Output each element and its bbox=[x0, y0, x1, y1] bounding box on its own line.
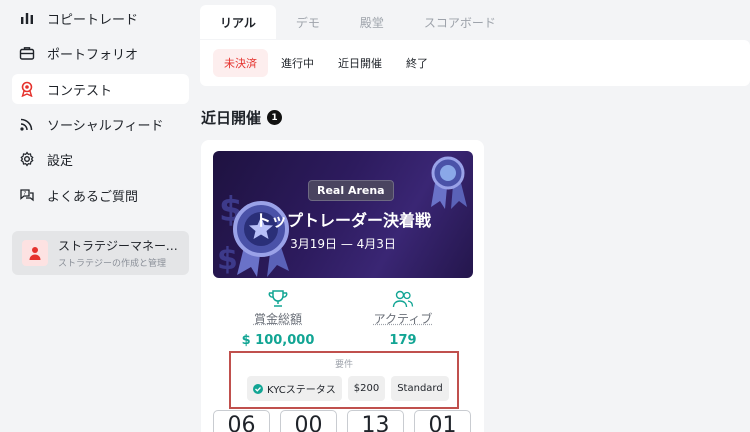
gear-icon bbox=[19, 151, 35, 167]
sidebar-item-label: よくあるご質問 bbox=[47, 186, 138, 205]
section-heading: 近日開催 1 bbox=[201, 107, 282, 128]
contest-card[interactable]: $ $ Real Arena トップトレーダー決着戦 3月19日 — 4月3日 bbox=[201, 140, 484, 432]
check-icon bbox=[253, 384, 263, 394]
tab-real[interactable]: リアル bbox=[200, 5, 276, 39]
prize-label: 賞金総額 bbox=[228, 310, 328, 327]
sidebar-item-label: コンテスト bbox=[47, 80, 112, 99]
filter-ended[interactable]: 終了 bbox=[395, 49, 439, 77]
strategy-manager-icon bbox=[22, 240, 48, 266]
sidebar-item-copy-trade[interactable]: コピートレード bbox=[12, 3, 189, 33]
strategy-manager-subtitle: ストラテジーの作成と管理 bbox=[58, 256, 188, 269]
sidebar-item-label: ソーシャルフィード bbox=[47, 115, 163, 134]
bar-chart-icon bbox=[19, 10, 35, 26]
filter-in-progress[interactable]: 進行中 bbox=[270, 49, 325, 77]
participants-stat: アクティブ 179 bbox=[353, 290, 453, 348]
sidebar-item-social-feed[interactable]: ソーシャルフィード bbox=[12, 109, 189, 139]
countdown-timer: 06 00 13 01 bbox=[213, 410, 481, 432]
sidebar-item-portfolio[interactable]: ポートフォリオ bbox=[12, 38, 189, 68]
tab-demo[interactable]: デモ bbox=[276, 5, 340, 39]
prize-stat: 賞金総額 $ 100,000 bbox=[228, 290, 328, 348]
briefcase-icon bbox=[19, 45, 35, 61]
tab-hall-of-fame[interactable]: 殿堂 bbox=[340, 5, 404, 39]
active-value: 179 bbox=[353, 333, 453, 348]
sidebar-item-contest[interactable]: コンテスト bbox=[12, 74, 189, 104]
rss-icon bbox=[19, 116, 35, 132]
count-badge: 1 bbox=[267, 110, 282, 125]
sidebar-item-label: コピートレード bbox=[47, 9, 138, 28]
users-icon bbox=[353, 290, 453, 308]
contest-tabs: リアル デモ 殿堂 スコアボード bbox=[200, 4, 516, 40]
requirements-title: 要件 bbox=[231, 357, 457, 370]
countdown-seconds: 01 bbox=[414, 410, 471, 432]
ribbon-medal-icon bbox=[431, 158, 467, 209]
countdown-days: 06 bbox=[213, 410, 270, 432]
contest-dates: 3月19日 — 4月3日 bbox=[213, 235, 473, 252]
countdown-hours: 00 bbox=[280, 410, 337, 432]
contest-title: トップトレーダー決着戦 bbox=[213, 207, 473, 231]
sidebar-item-label: 設定 bbox=[47, 150, 73, 169]
trophy-icon bbox=[228, 290, 328, 308]
sidebar-item-settings[interactable]: 設定 bbox=[12, 144, 189, 174]
chat-question-icon: ? bbox=[19, 187, 35, 203]
arena-badge: Real Arena bbox=[308, 180, 394, 201]
strategy-manager-title: ストラテジーマネージャ... bbox=[58, 237, 188, 254]
countdown-minutes: 13 bbox=[347, 410, 404, 432]
strategy-manager-card[interactable]: ストラテジーマネージャ... ストラテジーの作成と管理 bbox=[12, 231, 189, 275]
svg-text:?: ? bbox=[24, 191, 27, 197]
sidebar: コピートレード ポートフォリオ コンテスト ソーシャルフィード 設定 ? よくあ… bbox=[0, 0, 200, 432]
tab-scoreboard[interactable]: スコアボード bbox=[404, 5, 516, 39]
status-filter-bar: 未決済 進行中 近日開催 終了 bbox=[200, 40, 750, 86]
filter-upcoming[interactable]: 近日開催 bbox=[327, 49, 393, 77]
filter-unsettled[interactable]: 未決済 bbox=[213, 49, 268, 77]
sidebar-item-label: ポートフォリオ bbox=[47, 44, 138, 63]
contest-banner: $ $ Real Arena トップトレーダー決着戦 3月19日 — 4月3日 bbox=[213, 151, 473, 278]
section-title: 近日開催 bbox=[201, 107, 261, 128]
active-label: アクティブ bbox=[353, 310, 453, 327]
requirement-label: KYCステータス bbox=[267, 381, 336, 396]
requirements-box: 要件 KYCステータス $200 Standard bbox=[229, 351, 459, 409]
requirement-account-type-chip: Standard bbox=[391, 376, 449, 401]
prize-value: $ 100,000 bbox=[228, 333, 328, 348]
requirement-deposit-chip: $200 bbox=[348, 376, 385, 401]
sidebar-item-faq[interactable]: ? よくあるご質問 bbox=[12, 180, 189, 210]
requirement-kyc-chip: KYCステータス bbox=[247, 376, 342, 401]
medal-icon bbox=[19, 81, 35, 97]
